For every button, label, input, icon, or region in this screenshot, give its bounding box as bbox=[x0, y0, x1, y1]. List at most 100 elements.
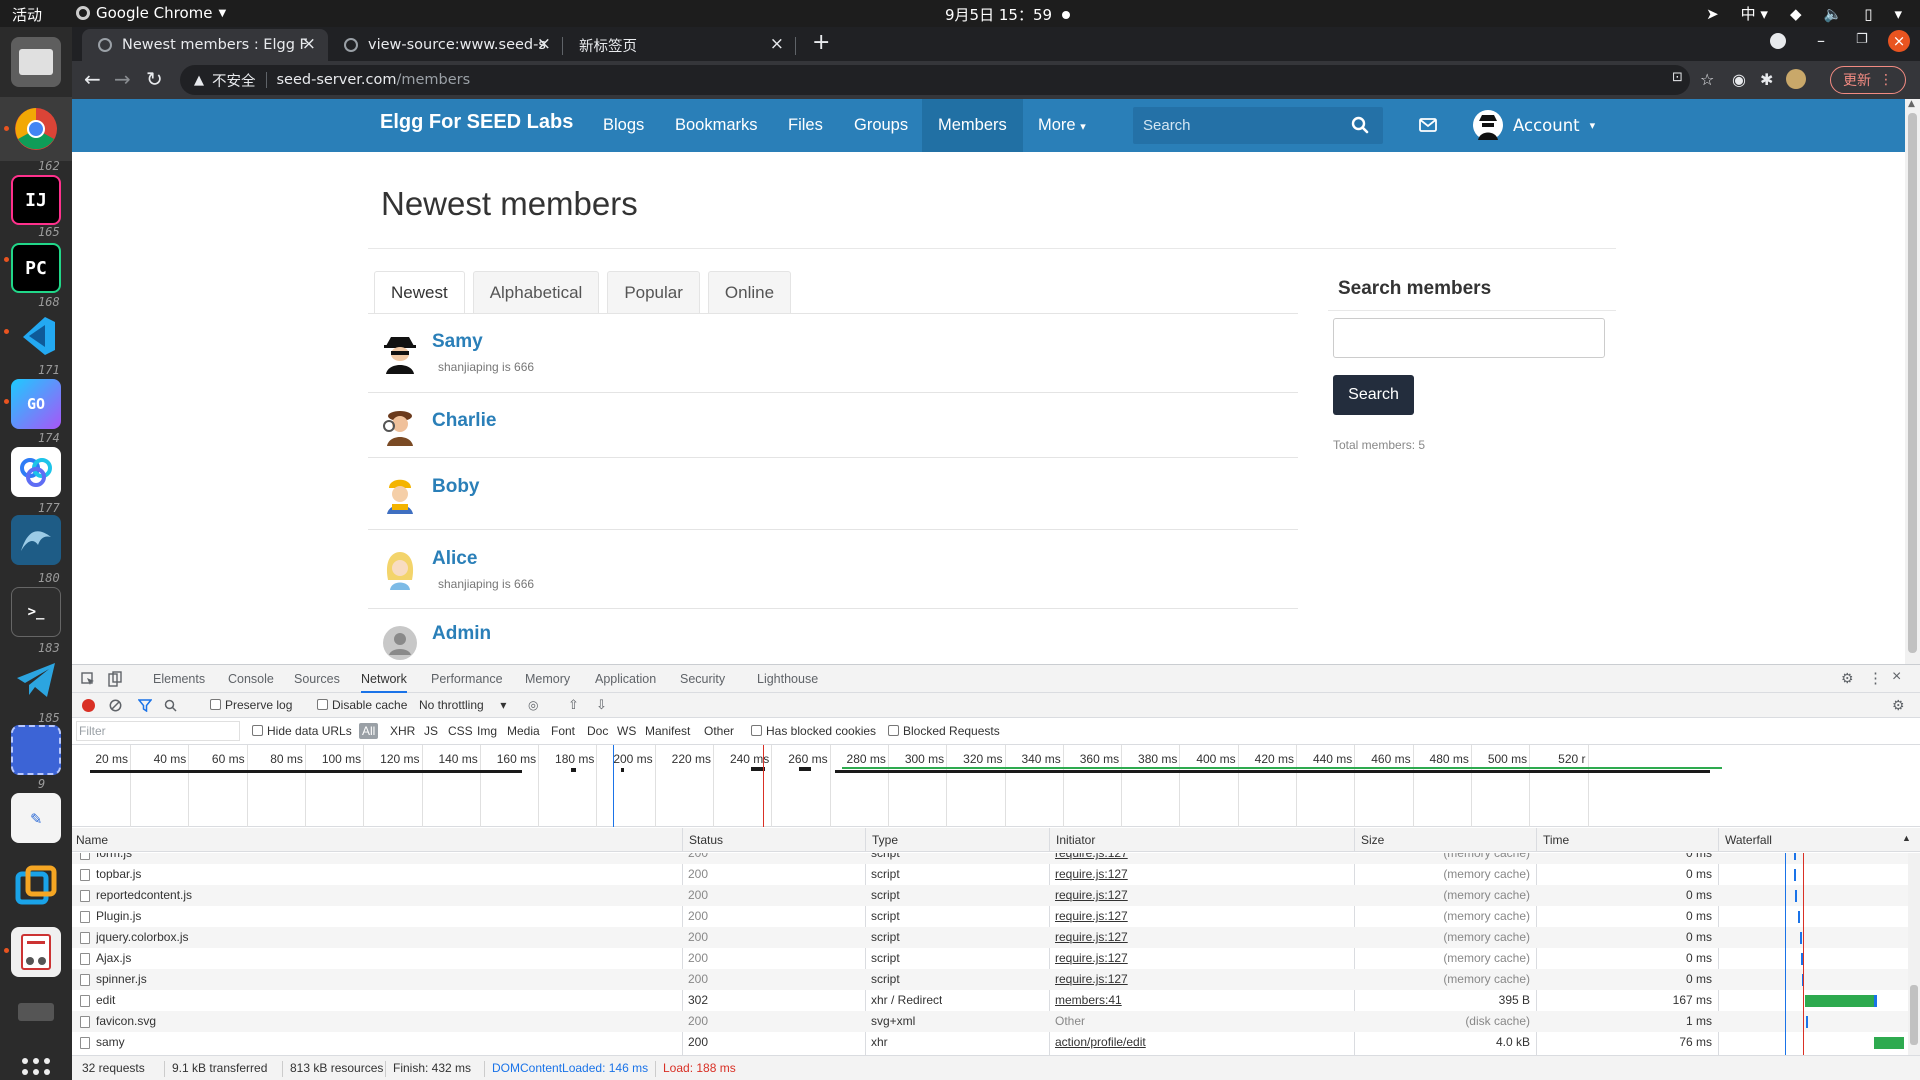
request-row[interactable]: jquery.colorbox.js 200 script require.js… bbox=[72, 927, 1908, 948]
inspect-element-icon[interactable] bbox=[81, 672, 95, 686]
request-initiator[interactable]: require.js:127 bbox=[1055, 927, 1128, 948]
device-toolbar-icon[interactable] bbox=[108, 671, 122, 687]
chrome-app-icon[interactable] bbox=[11, 104, 61, 154]
tab-online[interactable]: Online bbox=[707, 271, 792, 313]
column-time[interactable]: Time bbox=[1539, 828, 1569, 852]
request-row[interactable]: favicon.svg 200 svg+xml Other (disk cach… bbox=[72, 1011, 1908, 1032]
disable-cache-checkbox[interactable]: Disable cache bbox=[317, 693, 407, 718]
clock[interactable]: 9月5日 15：59 bbox=[945, 4, 1071, 25]
devtools-tab-performance[interactable]: Performance bbox=[431, 665, 503, 693]
filter-type-css[interactable]: CSS bbox=[448, 719, 473, 744]
member-avatar[interactable] bbox=[382, 334, 418, 374]
devtools-close-icon[interactable]: × bbox=[1892, 668, 1901, 686]
document-viewer-app-icon[interactable] bbox=[11, 927, 61, 977]
network-overview-timeline[interactable]: 20 ms 40 ms 60 ms 80 ms 100 ms 120 ms 140 ms 16… bbox=[72, 745, 1920, 827]
tab-newest[interactable]: Newest bbox=[374, 271, 465, 313]
devtools-tab-network[interactable]: Network bbox=[361, 665, 407, 693]
request-initiator[interactable]: require.js:127 bbox=[1055, 885, 1128, 906]
filter-type-manifest[interactable]: Manifest bbox=[645, 719, 690, 744]
update-button[interactable]: 更新 ⋮ bbox=[1830, 66, 1906, 94]
goland-app-icon[interactable]: GO bbox=[11, 379, 61, 429]
filter-type-img[interactable]: Img bbox=[477, 719, 497, 744]
member-name-link[interactable]: Boby bbox=[432, 476, 480, 498]
site-brand[interactable]: Elgg For SEED Labs bbox=[380, 111, 573, 134]
back-arrow-icon[interactable]: ← bbox=[84, 67, 101, 91]
account-menu[interactable]: Account ▾ bbox=[1473, 110, 1595, 140]
activities-button[interactable]: 活动 bbox=[12, 4, 42, 25]
close-tab-icon[interactable]: × bbox=[302, 34, 316, 54]
request-row[interactable]: Ajax.js 200 script require.js:127 (memor… bbox=[72, 948, 1908, 969]
request-row[interactable]: topbar.js 200 script require.js:127 (mem… bbox=[72, 864, 1908, 885]
member-name-link[interactable]: Admin bbox=[432, 623, 491, 645]
member-avatar[interactable] bbox=[382, 550, 418, 590]
column-waterfall[interactable]: Waterfall bbox=[1721, 828, 1772, 852]
member-name-link[interactable]: Charlie bbox=[432, 410, 496, 432]
request-initiator[interactable]: action/profile/edit bbox=[1055, 1032, 1146, 1053]
input-method[interactable]: 中 ▾ bbox=[1741, 3, 1768, 24]
request-initiator[interactable]: require.js:127 bbox=[1055, 948, 1128, 969]
hide-data-urls-checkbox[interactable]: Hide data URLs bbox=[252, 719, 352, 744]
baidu-netdisk-app-icon[interactable] bbox=[11, 447, 61, 497]
system-tray[interactable]: ➤ 中 ▾ ◆ 🔈 ▯ ▾ bbox=[1706, 3, 1902, 24]
close-window-icon[interactable]: × bbox=[1888, 30, 1910, 52]
member-avatar[interactable] bbox=[382, 406, 418, 446]
member-name-link[interactable]: Samy bbox=[432, 331, 483, 353]
member-avatar[interactable] bbox=[382, 474, 418, 514]
nav-groups[interactable]: Groups bbox=[854, 99, 908, 152]
request-row[interactable]: spinner.js 200 script require.js:127 (me… bbox=[72, 969, 1908, 990]
terminal-app-icon[interactable]: >_ bbox=[11, 587, 61, 637]
nav-members[interactable]: Members bbox=[922, 99, 1023, 152]
files-app-icon[interactable] bbox=[11, 37, 61, 87]
mysql-workbench-app-icon[interactable] bbox=[11, 515, 61, 565]
member-search-button[interactable]: Search bbox=[1333, 375, 1414, 415]
site-search-input[interactable]: Search bbox=[1133, 107, 1383, 144]
filter-funnel-icon[interactable] bbox=[138, 699, 152, 712]
record-icon[interactable] bbox=[82, 699, 95, 712]
sort-up-icon[interactable]: ▲ bbox=[1902, 833, 1911, 843]
network-settings-gear-icon[interactable]: ⚙ bbox=[1892, 697, 1905, 714]
filter-type-doc[interactable]: Doc bbox=[587, 719, 608, 744]
filter-type-xhr[interactable]: XHR bbox=[390, 719, 415, 744]
wifi-icon[interactable]: ◆ bbox=[1790, 5, 1802, 23]
devtools-tab-memory[interactable]: Memory bbox=[525, 665, 570, 693]
devtools-more-icon[interactable]: ⋮ bbox=[1868, 669, 1883, 687]
text-editor-app-icon[interactable]: ✎ bbox=[11, 793, 61, 843]
tab-popular[interactable]: Popular bbox=[607, 271, 700, 313]
column-status[interactable]: Status bbox=[685, 828, 723, 852]
profile-avatar[interactable] bbox=[1786, 69, 1806, 89]
request-row[interactable]: form.js 200 script require.js:127 (memor… bbox=[72, 853, 1908, 864]
page-scrollbar[interactable]: ▲ bbox=[1905, 99, 1920, 664]
devtools-tab-console[interactable]: Console bbox=[228, 665, 274, 693]
blocked-requests-checkbox[interactable]: Blocked Requests bbox=[888, 719, 1000, 744]
requests-scrollbar[interactable] bbox=[1908, 853, 1920, 1055]
throttling-select[interactable]: No throttling ▾ bbox=[419, 693, 506, 718]
tab-newest-members[interactable]: Newest members : Elgg F × bbox=[82, 29, 328, 61]
requests-scrollbar-thumb[interactable] bbox=[1910, 985, 1918, 1045]
request-row[interactable]: reportedcontent.js 200 script require.js… bbox=[72, 885, 1908, 906]
request-initiator[interactable]: members:41 bbox=[1055, 990, 1122, 1011]
request-initiator[interactable]: require.js:127 bbox=[1055, 906, 1128, 927]
drive-app-icon[interactable] bbox=[11, 997, 61, 1027]
request-row[interactable]: samy 200 xhr action/profile/edit 4.0 kB … bbox=[72, 1032, 1908, 1053]
pycharm-app-icon[interactable]: PC bbox=[11, 243, 61, 293]
devtools-settings-gear-icon[interactable]: ⚙ bbox=[1841, 670, 1854, 687]
close-tab-icon[interactable]: × bbox=[537, 34, 551, 54]
request-row[interactable]: edit 302 xhr / Redirect members:41 395 B… bbox=[72, 990, 1908, 1011]
column-size[interactable]: Size bbox=[1357, 828, 1384, 852]
extensions-puzzle-icon[interactable]: ✱ bbox=[1760, 70, 1773, 89]
has-blocked-cookies-checkbox[interactable]: Has blocked cookies bbox=[751, 719, 876, 744]
search-icon[interactable] bbox=[164, 699, 177, 712]
export-har-icon[interactable]: ⇩ bbox=[596, 697, 607, 713]
nav-more[interactable]: More ▾ bbox=[1038, 99, 1086, 152]
devtools-tab-lighthouse[interactable]: Lighthouse bbox=[757, 665, 818, 693]
intellij-app-icon[interactable]: IJ bbox=[11, 175, 61, 225]
network-conditions-icon[interactable]: ◎ bbox=[528, 698, 538, 712]
request-initiator[interactable]: require.js:127 bbox=[1055, 864, 1128, 885]
minimize-window-icon[interactable]: – bbox=[1817, 31, 1825, 50]
telegram-app-icon[interactable] bbox=[11, 655, 61, 705]
not-secure-label[interactable]: 不安全 bbox=[212, 70, 256, 91]
show-apps-icon[interactable] bbox=[11, 1047, 61, 1080]
forward-arrow-icon[interactable]: → bbox=[114, 67, 131, 91]
tab-view-source[interactable]: view-source:www.seed-s × bbox=[328, 29, 563, 61]
vscode-app-icon[interactable] bbox=[11, 311, 61, 361]
